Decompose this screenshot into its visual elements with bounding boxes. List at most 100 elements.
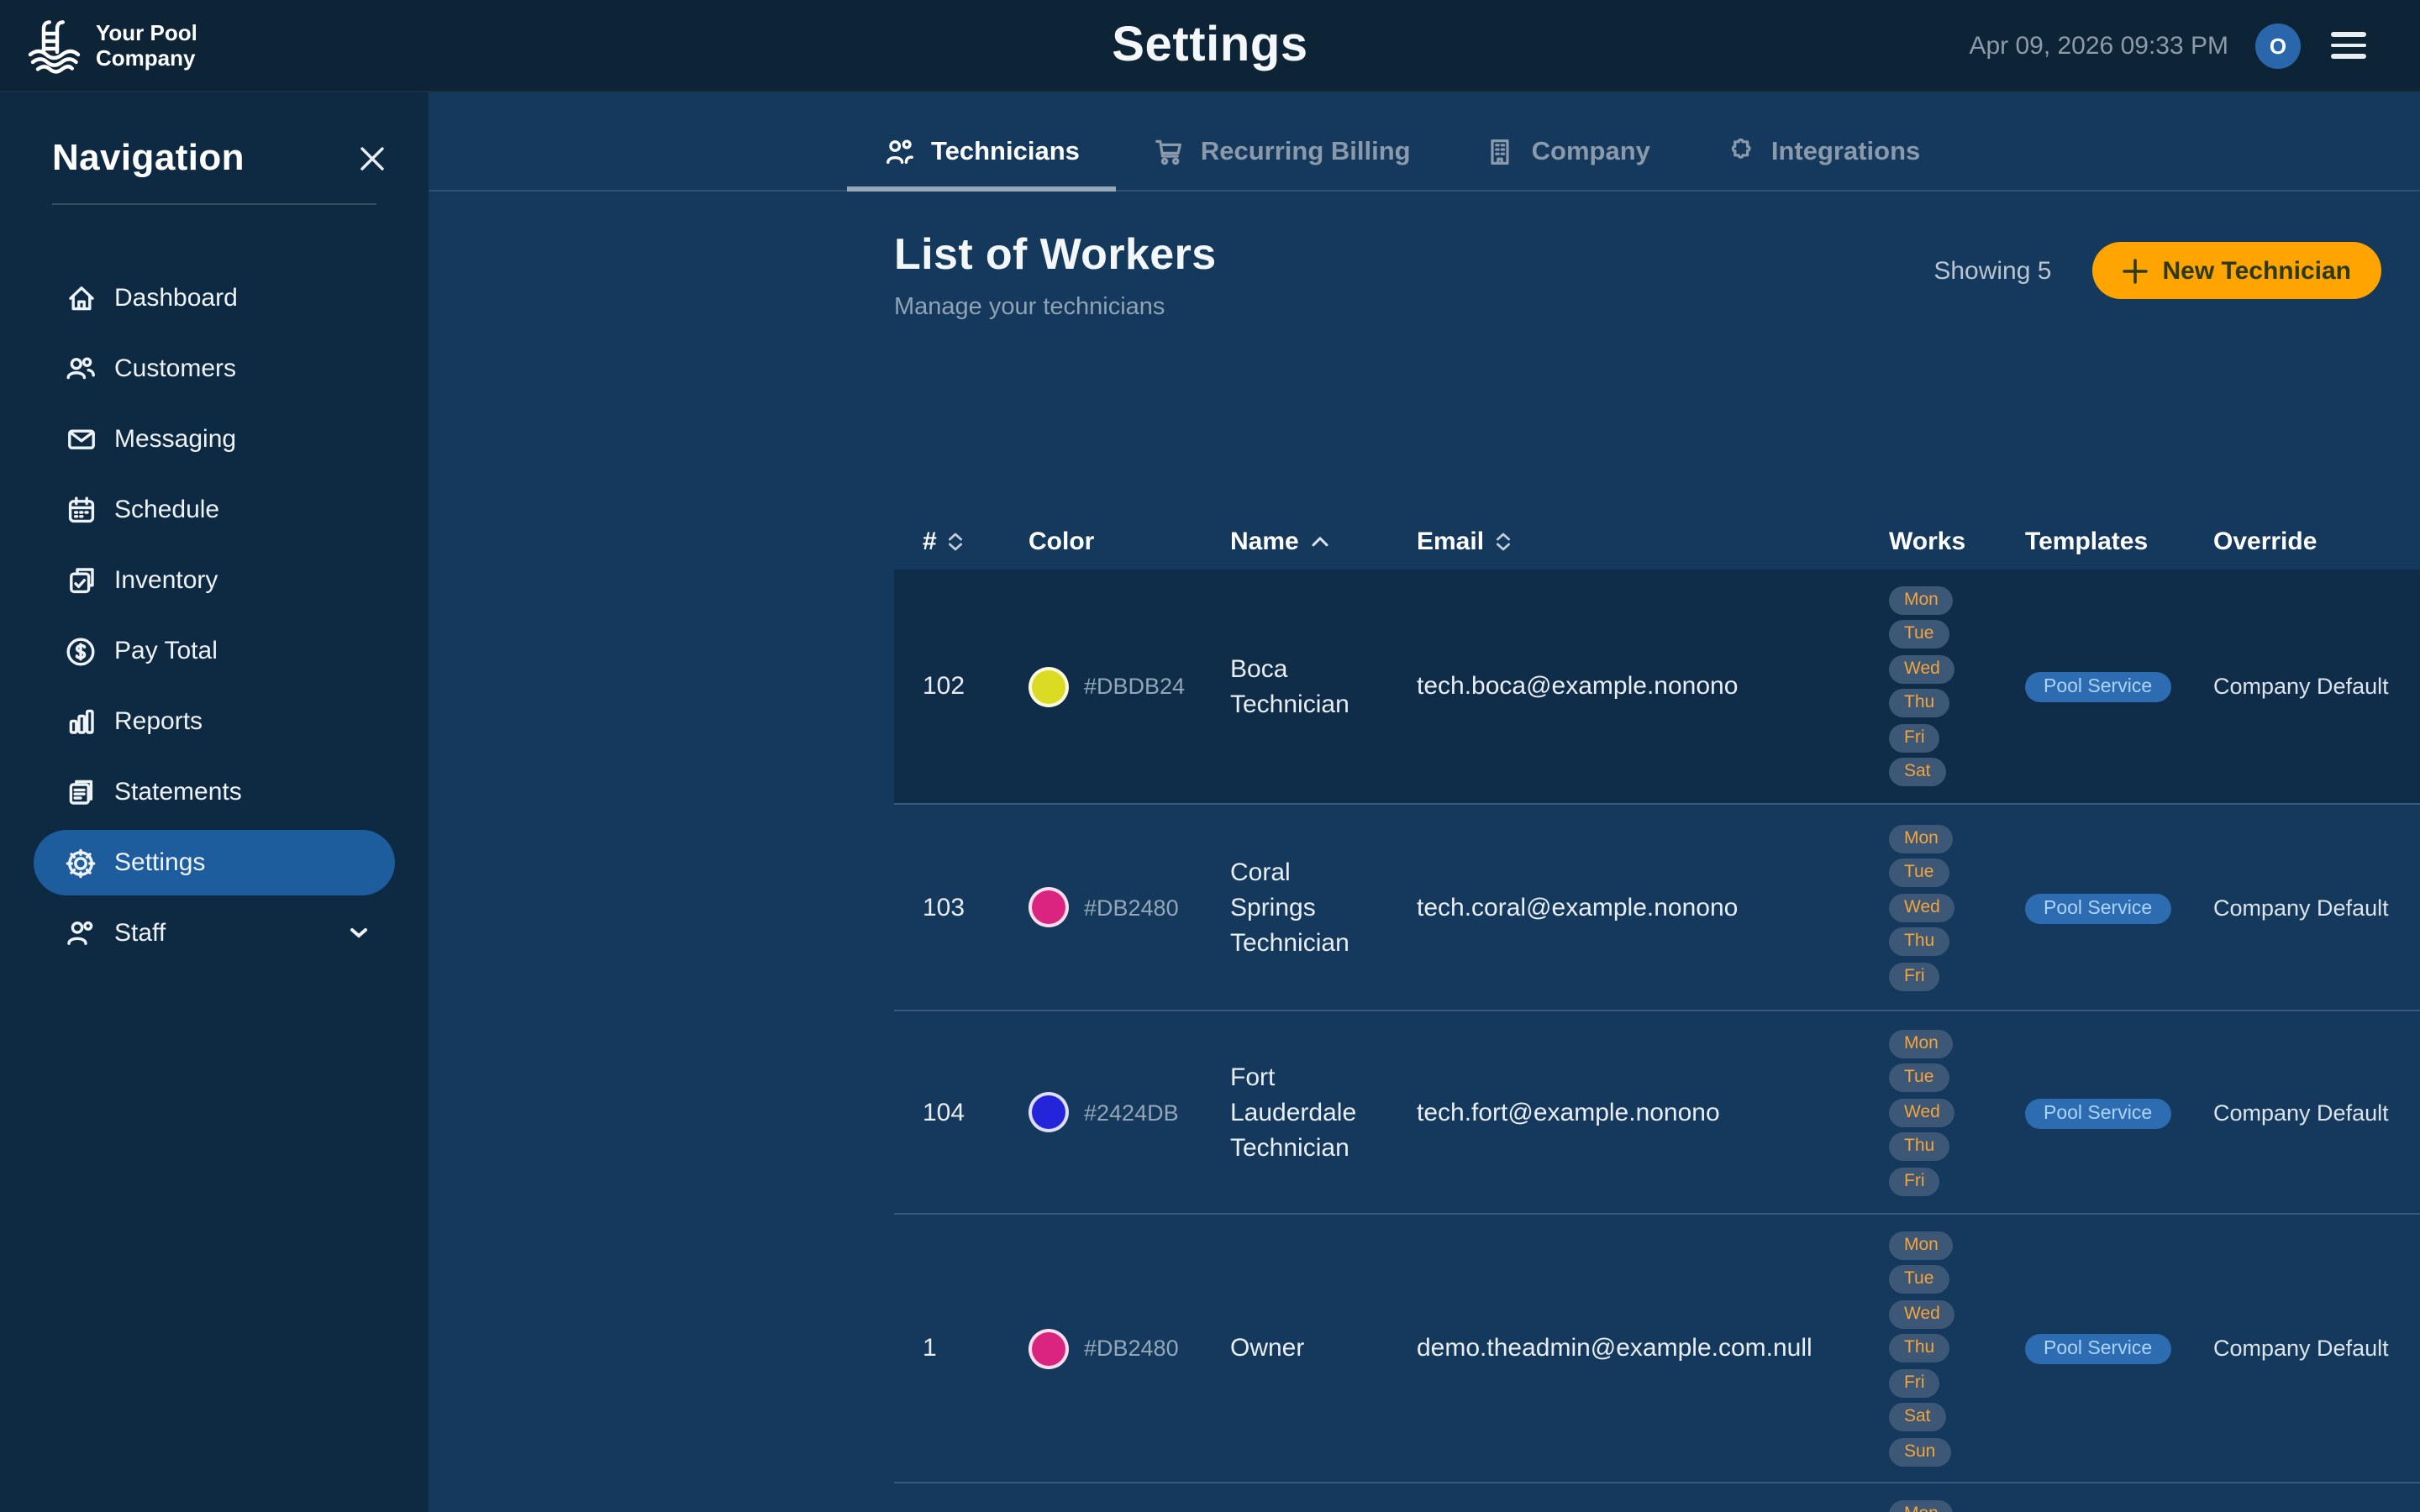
workday-badge: Tue — [1889, 621, 1949, 649]
workday-badge: Fri — [1889, 1368, 1940, 1397]
settings-tabs: Technicians Recurring Billing Company In… — [429, 118, 2420, 192]
cell-name: Coral Springs Technician — [1230, 854, 1417, 960]
sidebar-item-label: Customers — [114, 354, 236, 383]
tab-label: Integrations — [1771, 137, 1920, 167]
column-label: Override — [2213, 527, 2317, 555]
workday-badge: Sun — [1889, 1437, 1950, 1466]
cell-override: Company Default — [2213, 674, 2420, 699]
cell-override: Company Default — [2213, 1100, 2420, 1125]
workday-badge: Tue — [1889, 858, 1949, 887]
cart-icon — [1154, 136, 1186, 168]
home-icon — [64, 282, 97, 314]
sidebar-item-label: Dashboard — [114, 284, 238, 312]
sidebar-item-statements[interactable]: Statements — [34, 759, 395, 825]
tab-integrations[interactable]: Integrations — [1687, 118, 1957, 192]
tab-label: Technicians — [931, 137, 1080, 167]
cell-email: tech.fort@example.nonono — [1417, 1098, 1889, 1126]
sidebar-item-settings[interactable]: Settings — [34, 830, 395, 895]
cell-name: Fort Lauderdale Technician — [1230, 1059, 1417, 1165]
color-hex: #DB2480 — [1084, 1336, 1179, 1361]
sidebar-item-label: Inventory — [114, 566, 218, 595]
tab-label: Recurring Billing — [1201, 137, 1411, 167]
workday-badge: Sat — [1889, 1403, 1946, 1431]
company-logo: Your Pool Company — [24, 15, 197, 76]
cell-name: Boca Technician — [1230, 651, 1417, 722]
template-badge: Pool Service — [2025, 672, 2170, 702]
workday-badge: Tue — [1889, 1265, 1949, 1294]
color-hex: #2424DB — [1084, 1100, 1179, 1125]
table-row[interactable]: 1 #DB2480 Owner demo.theadmin@example.co… — [894, 1213, 2420, 1482]
column-header-override: Override — [2213, 527, 2420, 555]
column-header-color: Color — [1028, 527, 1230, 555]
tab-recurring-billing[interactable]: Recurring Billing — [1117, 118, 1448, 192]
cell-works: MonTueWedThuFriSat — [1889, 586, 2025, 787]
color-swatch — [1028, 1328, 1069, 1368]
column-label: Color — [1028, 527, 1094, 555]
clipboard-check-icon — [64, 564, 97, 596]
tab-label: Company — [1532, 137, 1650, 167]
new-technician-button[interactable]: New Technician — [2091, 242, 2381, 299]
chevron-down-icon[interactable] — [350, 927, 368, 939]
template-badge: Pool Service — [2025, 1334, 2170, 1364]
cell-template: Pool Service — [2025, 1332, 2213, 1364]
table-header-row: #ColorNameEmailWorksTemplatesOverrideSta… — [894, 512, 2420, 570]
cell-override: Company Default — [2213, 895, 2420, 920]
sidebar-item-inventory[interactable]: Inventory — [34, 548, 395, 613]
sidebar-item-staff[interactable]: Staff — [34, 900, 395, 966]
cell-works: MonTueWedThuFriSatSun — [1889, 1231, 2025, 1466]
tab-company[interactable]: Company — [1448, 118, 1687, 192]
sidebar-item-customers[interactable]: Customers — [34, 336, 395, 402]
workday-badge: Thu — [1889, 690, 1949, 718]
tab-technicians[interactable]: Technicians — [847, 118, 1117, 192]
table-row[interactable]: 105 #24DBDB West Palm Beach Technician t… — [894, 1482, 2420, 1512]
cell-color: #2424DB — [1028, 1092, 1230, 1132]
sidebar-item-label: Statements — [114, 778, 242, 806]
cell-color: #DBDB24 — [1028, 666, 1230, 706]
workday-badge: Fri — [1889, 724, 1940, 753]
main-content: Technicians Recurring Billing Company In… — [429, 92, 2420, 1512]
column-header-templates: Templates — [2025, 527, 2213, 555]
cell-template: Pool Service — [2025, 670, 2213, 702]
sidebar-divider — [52, 203, 376, 205]
avatar[interactable]: O — [2255, 23, 2301, 68]
table-row[interactable]: 104 #2424DB Fort Lauderdale Technician t… — [894, 1010, 2420, 1213]
cell-email: demo.theadmin@example.com.null — [1417, 1334, 1889, 1362]
cell-override: Company Default — [2213, 1336, 2420, 1361]
gear-icon — [64, 846, 97, 879]
datetime-display: Apr 09, 2026 09:33 PM — [1969, 31, 2228, 60]
workday-badge: Mon — [1889, 586, 1954, 615]
cell-works: MonTueWed — [1889, 1500, 2025, 1512]
dollar-circle-icon — [64, 634, 97, 668]
sidebar-item-pay-total[interactable]: Pay Total — [34, 618, 395, 684]
workday-badge: Thu — [1889, 927, 1949, 956]
template-badge: Pool Service — [2025, 1098, 2170, 1128]
sidebar-item-schedule[interactable]: Schedule — [34, 477, 395, 543]
sidebar-item-label: Schedule — [114, 496, 219, 524]
column-header-email[interactable]: Email — [1417, 527, 1889, 555]
workday-badge: Mon — [1889, 1231, 1954, 1259]
cell-name: Owner — [1230, 1331, 1417, 1366]
sidebar-item-dashboard[interactable]: Dashboard — [34, 265, 395, 331]
column-header--[interactable]: # — [923, 527, 1028, 555]
cell-color: #DB2480 — [1028, 887, 1230, 927]
column-label: Name — [1230, 527, 1299, 555]
pool-ladder-waves-icon — [24, 15, 87, 76]
hamburger-menu-icon[interactable] — [2328, 29, 2370, 62]
workday-badge: Wed — [1889, 893, 1955, 921]
sort-icon — [1496, 532, 1511, 550]
column-label: # — [923, 527, 937, 555]
table-row[interactable]: 102 #DBDB24 Boca Technician tech.boca@ex… — [894, 570, 2420, 803]
workday-badge: Wed — [1889, 1098, 1955, 1126]
sidebar-item-messaging[interactable]: Messaging — [34, 407, 395, 472]
plus-icon — [2122, 258, 2147, 283]
close-icon[interactable] — [360, 145, 385, 171]
cell-id: 1 — [923, 1334, 1028, 1362]
sidebar-item-label: Pay Total — [114, 637, 218, 665]
sidebar-item-reports[interactable]: Reports — [34, 689, 395, 754]
cell-id: 102 — [923, 672, 1028, 701]
column-header-name[interactable]: Name — [1230, 527, 1417, 555]
cell-works: MonTueWedThuFri — [1889, 824, 2025, 990]
workday-badge: Fri — [1889, 1167, 1940, 1195]
color-swatch — [1028, 887, 1069, 927]
table-row[interactable]: 103 #DB2480 Coral Springs Technician tec… — [894, 803, 2420, 1010]
